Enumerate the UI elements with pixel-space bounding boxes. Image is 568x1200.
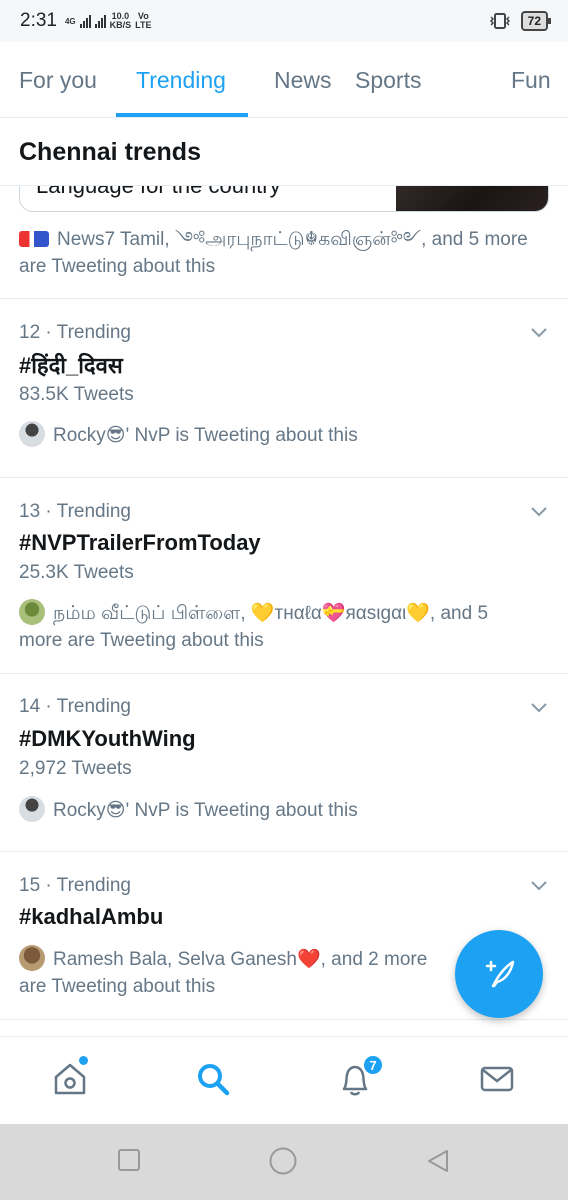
- chevron-down-icon[interactable]: [528, 696, 550, 718]
- battery-indicator: 72: [520, 11, 552, 31]
- trend-count: 2,972 Tweets: [19, 758, 132, 779]
- trend-name: #DMKYouthWing: [19, 726, 196, 751]
- data-speed-unit: KB/S: [109, 20, 132, 30]
- avatar: [19, 421, 45, 447]
- trend-item[interactable]: 14 · Trending #DMKYouthWing 2,972 Tweets…: [0, 674, 568, 852]
- trend-item[interactable]: 13 · Trending #NVPTrailerFromToday 25.3K…: [0, 478, 568, 674]
- active-tab-indicator: [116, 113, 248, 117]
- trend-context: Ramesh Bala, Selva Ganesh❤️, and 2 more …: [19, 945, 449, 1000]
- recent-apps-icon[interactable]: [117, 1148, 141, 1172]
- back-icon[interactable]: [425, 1148, 451, 1174]
- explore-tabs: For you Trending News Sports Fun: [0, 42, 568, 118]
- trend-meta: 12 · Trending: [19, 322, 131, 343]
- section-title: Chennai trends: [19, 138, 201, 166]
- data-speed: 10.0 KB/S: [110, 12, 132, 30]
- tab-trending[interactable]: Trending: [136, 42, 226, 118]
- trend-context-text: நம்ம வீட்டுப் பிள்ளை, 💛тнαℓα💝яαsιgαι💛, a…: [19, 603, 489, 651]
- messages-icon[interactable]: [477, 1059, 517, 1099]
- bottom-navigation: 7: [0, 1036, 568, 1124]
- signal-icon-2: [94, 14, 106, 28]
- trend-item[interactable]: 12 · Trending #हिंदी_दिवस 83.5K Tweets R…: [0, 299, 568, 478]
- tab-news[interactable]: News: [274, 42, 332, 118]
- tab-for-you[interactable]: For you: [19, 42, 97, 118]
- signal-icon: [79, 14, 91, 28]
- news-card-context: News7 Tamil, ༺அரபுநாட்டு☬கவிஞன்༻, and 5 …: [19, 226, 529, 280]
- trend-meta: 14 · Trending: [19, 696, 131, 717]
- new-content-dot: [79, 1056, 88, 1065]
- volte-indicator: Vo LTE: [135, 12, 151, 30]
- tab-fun[interactable]: Fun: [511, 42, 551, 118]
- trend-context: நம்ம வீட்டுப் பிள்ளை, 💛тнαℓα💝яαsιgαι💛, a…: [19, 599, 529, 654]
- tab-sports[interactable]: Sports: [355, 42, 421, 118]
- trend-count: 25.3K Tweets: [19, 562, 134, 583]
- vibrate-icon: [489, 13, 510, 29]
- trend-name: #kadhalAmbu: [19, 904, 164, 929]
- trend-context-text: Ramesh Bala, Selva Ganesh❤️, and 2 more …: [19, 949, 428, 997]
- news-card-context-text: News7 Tamil, ༺அரபுநாட்டு☬கவிஞன்༻, and 5 …: [19, 229, 528, 277]
- chevron-down-icon[interactable]: [528, 874, 550, 896]
- home-button-icon[interactable]: [268, 1146, 298, 1176]
- volte-bottom: LTE: [135, 20, 152, 30]
- section-header: Chennai trends: [0, 118, 568, 186]
- chevron-down-icon[interactable]: [528, 321, 550, 343]
- trend-count: 83.5K Tweets: [19, 384, 134, 405]
- compose-feather-icon: [485, 960, 515, 988]
- system-navigation-bar: [0, 1124, 568, 1200]
- trend-meta: 13 · Trending: [19, 501, 131, 522]
- avatar: [19, 599, 45, 625]
- trend-context: Rocky😎' NvP is Tweeting about this: [19, 421, 529, 449]
- home-icon[interactable]: [50, 1059, 90, 1099]
- net-type: 4G: [64, 16, 76, 26]
- status-bar: 2:31 4G 10.0 KB/S Vo LTE 72: [0, 0, 568, 42]
- trend-context-text: Rocky😎' NvP is Tweeting about this: [53, 800, 358, 821]
- news7-avatar: [19, 231, 49, 247]
- trend-name: #NVPTrailerFromToday: [19, 530, 261, 555]
- search-icon[interactable]: [193, 1059, 233, 1099]
- network-indicator: 4G 10.0 KB/S Vo LTE: [65, 12, 152, 30]
- trend-meta: 15 · Trending: [19, 875, 131, 896]
- compose-tweet-button[interactable]: [455, 930, 543, 1018]
- notifications-badge: 7: [362, 1054, 384, 1076]
- avatar: [19, 796, 45, 822]
- trend-name: #हिंदी_दिवस: [19, 353, 123, 378]
- avatar: [19, 945, 45, 971]
- trend-context-text: Rocky😎' NvP is Tweeting about this: [53, 425, 358, 446]
- trend-context: Rocky😎' NvP is Tweeting about this: [19, 796, 529, 824]
- status-time: 2:31: [20, 10, 57, 31]
- chevron-down-icon[interactable]: [528, 500, 550, 522]
